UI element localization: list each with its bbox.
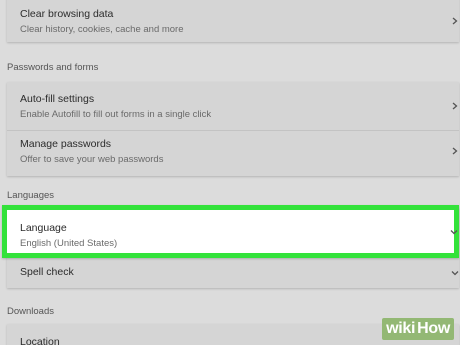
language-title: Language — [20, 222, 67, 234]
privacy-card: Clear browsing data Clear history, cooki… — [7, 0, 459, 42]
passwords-card: Auto-fill settings Enable Autofill to fi… — [7, 82, 459, 176]
watermark-wiki: wiki — [382, 318, 418, 340]
manage-passwords-subtitle: Offer to save your web passwords — [20, 154, 164, 165]
chevron-down-icon — [450, 228, 458, 236]
settings-page: Clear browsing data Clear history, cooki… — [0, 0, 460, 345]
watermark-how: How — [417, 318, 454, 340]
spell-check-title: Spell check — [20, 266, 74, 278]
clear-browsing-data-row[interactable]: Clear browsing data Clear history, cooki… — [7, 8, 459, 38]
chevron-right-icon — [451, 17, 459, 25]
downloads-section-label: Downloads — [7, 306, 54, 317]
autofill-settings-subtitle: Enable Autofill to fill out forms in a s… — [20, 109, 212, 120]
manage-passwords-title: Manage passwords — [20, 138, 112, 150]
chevron-down-icon — [451, 269, 459, 277]
autofill-settings-row[interactable]: Auto-fill settings Enable Autofill to fi… — [7, 93, 459, 125]
clear-browsing-data-title: Clear browsing data — [20, 8, 114, 20]
languages-section-label: Languages — [7, 190, 55, 201]
passwords-section-label: Passwords and forms — [7, 62, 99, 73]
language-row[interactable]: Language English (United States) — [2, 205, 459, 258]
chevron-right-icon — [451, 147, 459, 155]
manage-passwords-row[interactable]: Manage passwords Offer to save your web … — [7, 138, 459, 170]
clear-browsing-data-subtitle: Clear history, cookies, cache and more — [20, 24, 184, 35]
row-divider — [7, 130, 459, 131]
spell-check-row[interactable]: Spell check — [7, 266, 459, 286]
language-subtitle: English (United States) — [20, 238, 118, 249]
autofill-settings-title: Auto-fill settings — [20, 93, 95, 105]
wikihow-watermark: wiki How — [382, 318, 454, 340]
chevron-right-icon — [451, 102, 459, 110]
